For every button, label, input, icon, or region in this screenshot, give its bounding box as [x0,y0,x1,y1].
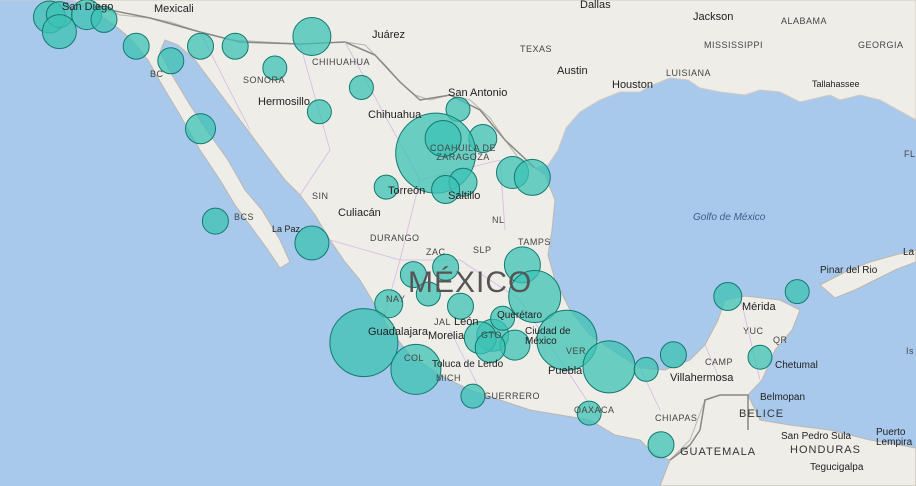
bubble-acapulco[interactable] [460,383,486,409]
bubble-ensenada[interactable] [41,14,77,50]
label-slp: SLP [473,245,492,255]
label-mexicali: Mexicali [154,3,194,15]
label-guerrero: GUERRERO [484,391,541,401]
bubble-canc-n[interactable] [784,279,810,305]
label-puebla: Puebla [548,365,583,377]
label-san-diego: San Diego [62,1,114,13]
bubble-coatzacoalcos[interactable] [582,340,636,394]
label-tallahassee: Tallahassee [812,79,860,89]
label-honduras: HONDURAS [790,444,861,456]
label-texas: TEXAS [520,44,553,54]
label-georgia: GEORGIA [858,40,904,50]
label-coahuila: COAHUILA DE ZARAGOZA [430,143,497,162]
label-chihuahua: Chihuahua [368,109,422,121]
bubble-agua-prieta[interactable] [221,32,249,60]
label-is-edge: Is [906,346,915,356]
label-austin: Austin [557,65,588,77]
label-la-paz: La Paz [272,224,301,234]
label-mexico-country: MÉXICO [408,266,533,299]
label-oaxaca: OAXACA [574,405,615,415]
label-juarez: Juárez [372,29,406,41]
label-pinar-del-rio: Pinar del Rio [820,265,878,276]
bubble-villahermosa[interactable] [633,356,659,382]
bubble-chetumal[interactable] [747,344,773,370]
label-qr: QR [773,335,788,345]
label-san-antonio: San Antonio [448,87,508,99]
label-gto: GTO [481,330,502,340]
label-camp: CAMP [705,357,734,367]
label-san-pedro-sula: San Pedro Sula [781,431,852,442]
label-luisiana: LUISIANA [666,68,712,78]
label-sonora: SONORA [243,75,286,85]
label-mississippi: MISSISSIPPI [704,40,764,50]
label-durango: DURANGO [370,233,420,243]
bubble-manzanillo[interactable] [329,308,399,378]
label-belmopan: Belmopan [760,392,806,403]
label-tegucigalpa: Tegucigalpa [810,462,864,473]
label-saltillo: Saltillo [448,190,481,202]
bubble-matamoros[interactable] [513,158,551,196]
bubble-ciudad-ju-rez[interactable] [292,17,332,56]
label-queretaro: Querétaro [497,310,543,321]
label-chiapas: CHIAPAS [655,413,698,423]
bubble-guaymas[interactable] [185,113,216,145]
label-houston: Houston [612,79,653,91]
label-mich: MICH [436,373,461,383]
label-golfo-de-mexico: Golfo de México [693,212,766,223]
label-la-edge: La [903,247,915,258]
label-yuc: YUC [743,326,764,336]
bubble-ojinaga[interactable] [348,75,374,100]
label-merida: Mérida [742,301,776,313]
label-morelia: Morelia [428,330,465,342]
label-belice: BELICE [739,408,785,420]
label-guatemala: GUATEMALA [680,446,757,458]
label-sin: SIN [312,191,329,201]
map-canvas[interactable]: San Diego Mexicali Dallas Jackson ALABAM… [0,0,916,486]
bubble-ciudad-del-carmen[interactable] [659,341,687,369]
bubble-chihuahua[interactable] [306,99,332,125]
label-puerto-lempira: Puerto Lempira [876,427,913,448]
label-bcs: BCS [234,212,255,222]
label-jal: JAL [434,317,452,327]
label-nl: NL [492,215,505,225]
label-tamps: TAMPS [518,237,551,247]
label-toluca: Toluca de Lerdo [432,359,504,370]
bubble-tapachula[interactable] [647,431,675,459]
label-bc: BC [150,69,164,79]
label-jackson: Jackson [693,11,734,23]
label-villahermosa: Villahermosa [670,372,734,384]
label-nay: NAY [386,294,406,304]
label-torreon: Torreón [388,185,426,197]
label-culiacan: Culiacán [338,207,381,219]
label-alabama: ALABAMA [781,16,828,26]
label-ciudad-de-mexico: Ciudad de México [525,326,571,347]
label-guadalajara: Guadalajara [368,326,428,338]
bubble-m-rida[interactable] [713,282,743,311]
bubble-nogales[interactable] [187,32,214,60]
label-col: COL [404,353,425,363]
bubble-puerto-pe-asco[interactable] [122,32,150,60]
label-chihuahua-state: CHIHUAHUA [312,57,371,67]
label-hermosillo: Hermosillo [258,96,310,108]
bubble-la-paz[interactable] [201,207,229,235]
label-ver: VER [566,346,587,356]
label-fl: FL [904,149,916,159]
label-dallas: Dallas [580,0,611,11]
label-leon: León [454,316,479,328]
label-chetumal: Chetumal [775,360,818,371]
label-zac: ZAC [426,247,446,257]
